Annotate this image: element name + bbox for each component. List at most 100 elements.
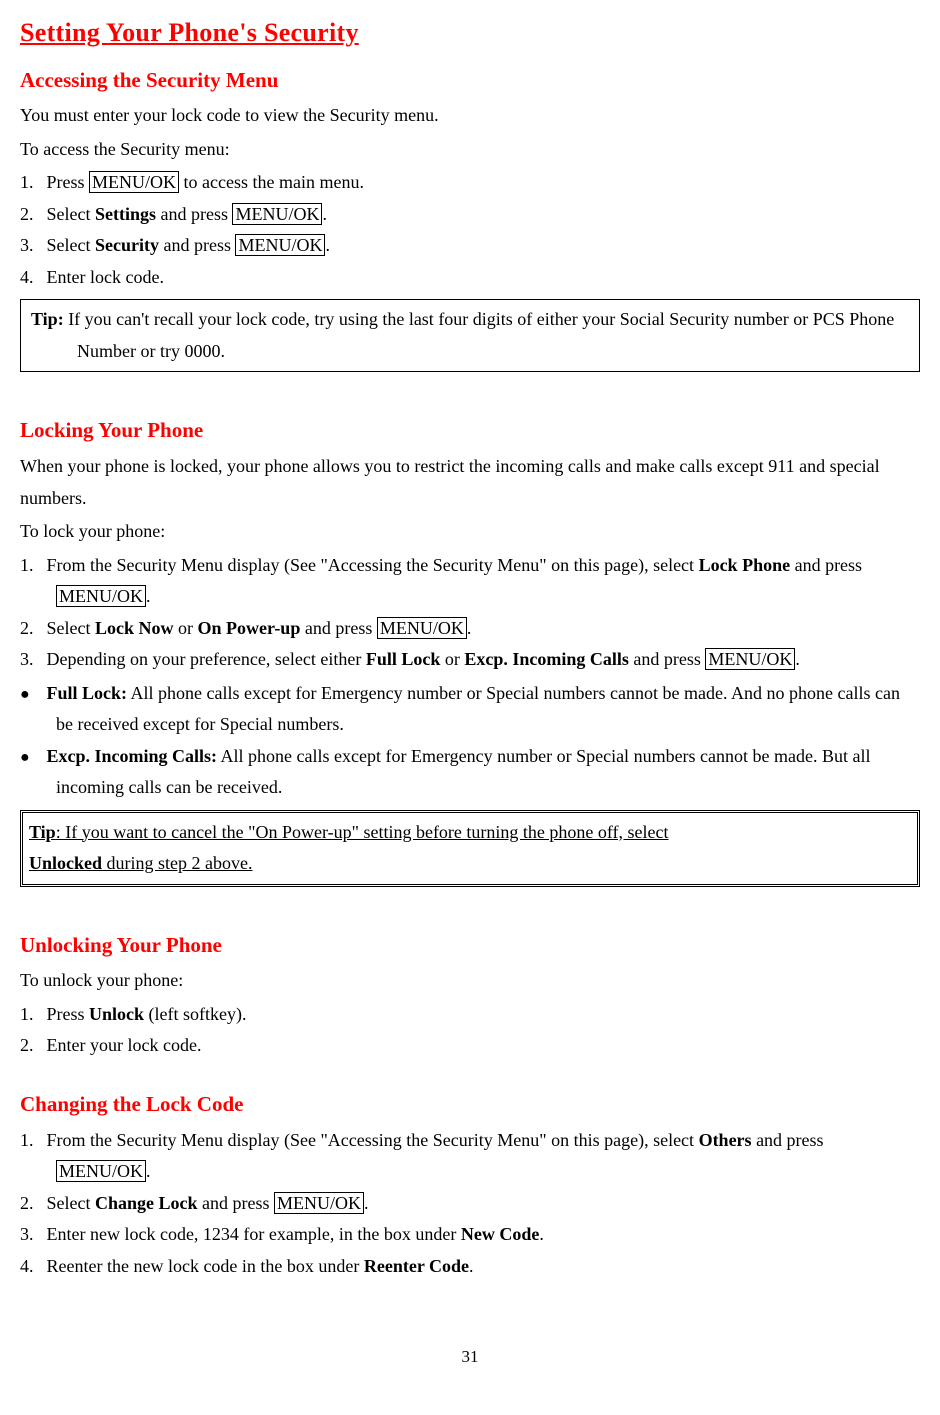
emphasis: Full Lock — [366, 649, 441, 669]
list-item: 4. Enter lock code. — [20, 262, 920, 294]
body-text: To lock your phone: — [20, 516, 920, 548]
heading-changing-lock-code: Changing the Lock Code — [20, 1086, 920, 1123]
step-number: 1. — [20, 999, 42, 1031]
step-text: to access the main menu. — [179, 172, 364, 192]
list-item: 2. Select Change Lock and press MENU/OK. — [20, 1188, 920, 1220]
page-number: 31 — [20, 1342, 920, 1372]
body-text: To access the Security menu: — [20, 134, 920, 166]
emphasis: Lock Phone — [699, 555, 791, 575]
step-text: . — [795, 649, 800, 669]
list-item: Full Lock: All phone calls except for Em… — [20, 678, 920, 741]
tip-box: Tip: If you can't recall your lock code,… — [20, 299, 920, 372]
step-number: 3. — [20, 1219, 42, 1251]
step-text: and press — [156, 204, 232, 224]
step-number: 4. — [20, 262, 42, 294]
menu-ok-key: MENU/OK — [89, 171, 179, 193]
emphasis: Settings — [95, 204, 156, 224]
list-item: 4. Reenter the new lock code in the box … — [20, 1251, 920, 1283]
step-text: Press — [47, 172, 90, 192]
step-number: 1. — [20, 167, 42, 199]
step-text: and press — [790, 555, 862, 575]
list-item: 1. From the Security Menu display (See "… — [20, 550, 920, 613]
menu-ok-key: MENU/OK — [705, 648, 795, 670]
step-text: and press — [300, 618, 376, 638]
list-item: 3. Select Security and press MENU/OK. — [20, 230, 920, 262]
step-text: . — [469, 1256, 474, 1276]
step-text: Reenter the new lock code in the box und… — [47, 1256, 364, 1276]
step-text: (left softkey). — [144, 1004, 246, 1024]
step-number: 4. — [20, 1251, 42, 1283]
emphasis: Unlock — [89, 1004, 144, 1024]
page-title: Setting Your Phone's Security — [20, 10, 920, 56]
emphasis: Excp. Incoming Calls: — [47, 746, 218, 766]
step-text: Enter lock code. — [47, 267, 164, 287]
steps-list: 1. From the Security Menu display (See "… — [20, 550, 920, 676]
list-item: 3. Depending on your preference, select … — [20, 644, 920, 676]
step-text: or — [440, 649, 464, 669]
step-text: . — [467, 618, 472, 638]
step-text: . — [322, 204, 327, 224]
step-text: and press — [198, 1193, 274, 1213]
emphasis: On Power-up — [198, 618, 301, 638]
step-text: Enter new lock code, 1234 for example, i… — [47, 1224, 461, 1244]
emphasis: Unlocked — [29, 853, 102, 873]
tip-body: : If you want to cancel the "On Power-up… — [56, 822, 669, 842]
tip-text: Tip: If you want to cancel the "On Power… — [29, 817, 911, 880]
body-text: You must enter your lock code to view th… — [20, 100, 920, 132]
steps-list: 1. From the Security Menu display (See "… — [20, 1125, 920, 1283]
emphasis: Lock Now — [95, 618, 174, 638]
tip-text: Tip: If you can't recall your lock code,… — [31, 304, 913, 367]
menu-ok-key: MENU/OK — [235, 234, 325, 256]
step-text: Press — [47, 1004, 90, 1024]
step-number: 1. — [20, 1125, 42, 1157]
emphasis: Reenter Code — [364, 1256, 469, 1276]
emphasis: Security — [95, 235, 159, 255]
step-text: Select — [47, 204, 95, 224]
tip-label: Tip — [29, 822, 56, 842]
body-text: To unlock your phone: — [20, 965, 920, 997]
step-text: . — [539, 1224, 544, 1244]
tip-label: Tip: — [31, 309, 64, 329]
tip-body: during step 2 above. — [102, 853, 252, 873]
step-text: and press — [629, 649, 705, 669]
bullet-list: Full Lock: All phone calls except for Em… — [20, 678, 920, 804]
step-text: or — [174, 618, 198, 638]
heading-locking-your-phone: Locking Your Phone — [20, 412, 920, 449]
step-number: 1. — [20, 550, 42, 582]
step-text: . — [364, 1193, 369, 1213]
list-item: 2. Select Settings and press MENU/OK. — [20, 199, 920, 231]
step-text: Select — [47, 618, 95, 638]
emphasis: Full Lock: — [47, 683, 128, 703]
heading-accessing-security-menu: Accessing the Security Menu — [20, 62, 920, 99]
list-item: Excp. Incoming Calls: All phone calls ex… — [20, 741, 920, 804]
steps-list: 1. Press MENU/OK to access the main menu… — [20, 167, 920, 293]
tip-box: Tip: If you want to cancel the "On Power… — [20, 810, 920, 887]
menu-ok-key: MENU/OK — [56, 1160, 146, 1182]
step-text: Select — [47, 1193, 95, 1213]
step-number: 3. — [20, 230, 42, 262]
step-text: Enter your lock code. — [47, 1035, 202, 1055]
emphasis: Others — [699, 1130, 752, 1150]
list-item: 2. Enter your lock code. — [20, 1030, 920, 1062]
menu-ok-key: MENU/OK — [232, 203, 322, 225]
step-text: Depending on your preference, select eit… — [47, 649, 366, 669]
list-item: 3. Enter new lock code, 1234 for example… — [20, 1219, 920, 1251]
list-item: 2. Select Lock Now or On Power-up and pr… — [20, 613, 920, 645]
step-text: Select — [47, 235, 95, 255]
step-number: 2. — [20, 1030, 42, 1062]
step-number: 3. — [20, 644, 42, 676]
menu-ok-key: MENU/OK — [274, 1192, 364, 1214]
list-item: 1. From the Security Menu display (See "… — [20, 1125, 920, 1188]
menu-ok-key: MENU/OK — [56, 585, 146, 607]
step-text: and press — [159, 235, 235, 255]
step-text: . — [146, 1161, 151, 1181]
step-number: 2. — [20, 199, 42, 231]
emphasis: New Code — [461, 1224, 540, 1244]
heading-unlocking-your-phone: Unlocking Your Phone — [20, 927, 920, 964]
step-number: 2. — [20, 1188, 42, 1220]
tip-body: If you can't recall your lock code, try … — [64, 309, 895, 361]
body-text: When your phone is locked, your phone al… — [20, 451, 920, 514]
step-text: and press — [752, 1130, 824, 1150]
steps-list: 1. Press Unlock (left softkey). 2. Enter… — [20, 999, 920, 1062]
list-item: 1. Press Unlock (left softkey). — [20, 999, 920, 1031]
